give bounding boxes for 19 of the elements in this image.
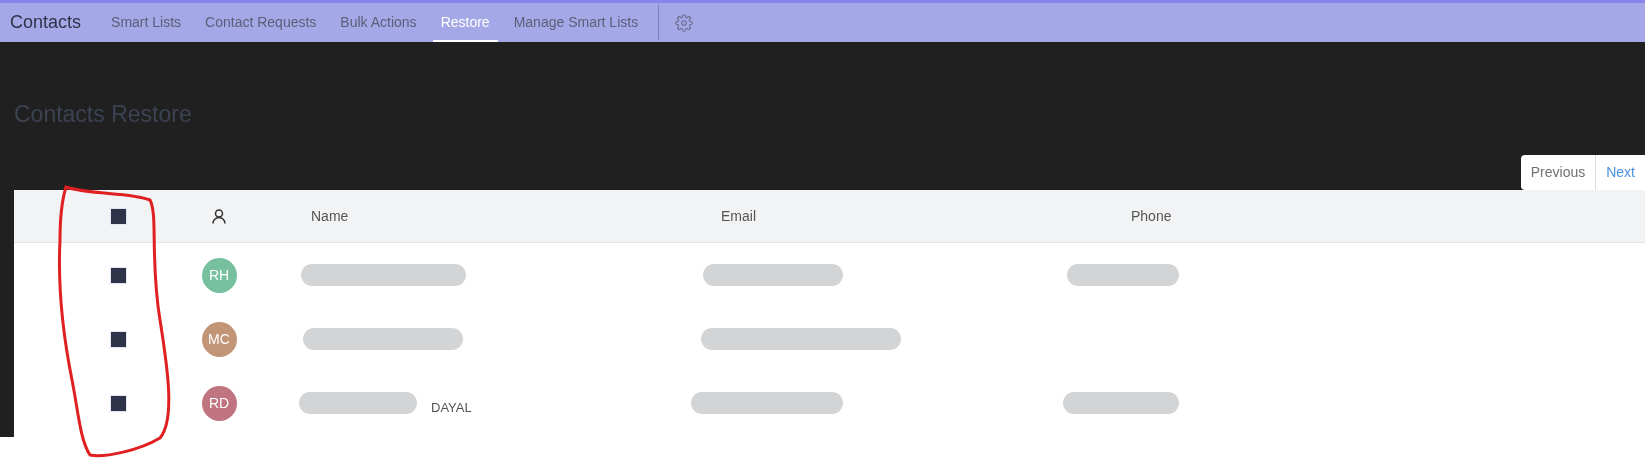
column-header: Phone [1131, 208, 1172, 224]
person-icon [212, 208, 226, 224]
checkbox[interactable] [110, 266, 127, 284]
checkbox[interactable] [110, 207, 127, 225]
app-title: Contacts [10, 11, 82, 34]
pagination-button[interactable]: Previous [1520, 155, 1597, 190]
avatar: MC [201, 321, 237, 357]
column-header: Email [721, 208, 756, 224]
nav-tab[interactable]: Contact Requests [197, 3, 325, 42]
nav-tab[interactable]: Bulk Actions [332, 3, 425, 42]
nav-tab[interactable]: Manage Smart Lists [505, 3, 647, 42]
checkbox[interactable] [110, 394, 127, 412]
contact-name: DAYAL [431, 399, 472, 418]
column-header: Name [311, 208, 349, 224]
nav-tab[interactable]: Smart Lists [103, 3, 190, 42]
checkbox[interactable] [110, 330, 127, 348]
pagination-button[interactable]: Next [1596, 155, 1645, 190]
avatar: RH [201, 257, 237, 293]
avatar: RD [201, 385, 237, 421]
